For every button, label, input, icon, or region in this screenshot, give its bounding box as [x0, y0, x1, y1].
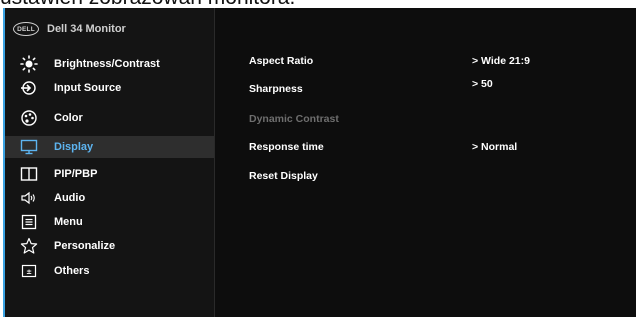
menu-item-label: Input Source [54, 82, 122, 94]
aspect-ratio-value: > Wide 21:9 [472, 55, 530, 67]
dell-logo: DELL [13, 22, 39, 36]
brightness-icon [18, 55, 40, 73]
menu-item-brightness-contrast[interactable]: Brightness/Contrast [5, 53, 214, 75]
menu-icon [18, 214, 40, 230]
monitor-model-title: Dell 34 Monitor [47, 23, 126, 35]
menu-item-label: Others [54, 265, 90, 277]
setting-dynamic-contrast: Dynamic Contrast [249, 113, 339, 125]
osd-sidebar: DELL Dell 34 Monitor Brightness/Contrast… [5, 8, 215, 317]
others-icon: ± [18, 264, 40, 278]
svg-text:±: ± [26, 268, 32, 276]
display-icon [18, 139, 40, 155]
menu-item-others[interactable]: ± Others [5, 260, 214, 282]
response-time-value: > Normal [472, 141, 518, 153]
input-source-icon [18, 80, 40, 96]
menu-item-label: Brightness/Contrast [54, 58, 160, 70]
menu-item-pip-pbp[interactable]: PIP/PBP [5, 163, 214, 185]
page-heading: ustawień zobrazowań monitora. [0, 0, 295, 8]
setting-aspect-ratio[interactable]: Aspect Ratio [249, 55, 313, 67]
brand-header: DELL Dell 34 Monitor [13, 20, 126, 38]
menu-item-display[interactable]: Display [5, 136, 214, 158]
audio-icon [18, 191, 40, 205]
menu-item-menu[interactable]: Menu [5, 211, 214, 233]
monitor-osd-window: DELL Dell 34 Monitor Brightness/Contrast… [3, 8, 636, 317]
setting-sharpness[interactable]: Sharpness [249, 83, 303, 95]
setting-reset-display[interactable]: Reset Display [249, 170, 318, 182]
menu-item-label: Audio [54, 192, 86, 204]
menu-item-label: Color [54, 112, 83, 124]
menu-item-label: Personalize [54, 240, 116, 252]
menu-item-personalize[interactable]: Personalize [5, 235, 214, 257]
menu-item-label: Display [54, 141, 94, 153]
menu-item-audio[interactable]: Audio [5, 187, 214, 209]
menu-item-color[interactable]: Color [5, 107, 214, 129]
star-icon [18, 237, 40, 255]
setting-response-time[interactable]: Response time [249, 141, 324, 153]
menu-item-label: Menu [54, 216, 83, 228]
menu-item-input-source[interactable]: Input Source [5, 77, 214, 99]
menu-item-label: PIP/PBP [54, 168, 98, 180]
pip-pbp-icon [18, 166, 40, 182]
color-icon [18, 109, 40, 127]
sharpness-value: > 50 [472, 78, 493, 90]
